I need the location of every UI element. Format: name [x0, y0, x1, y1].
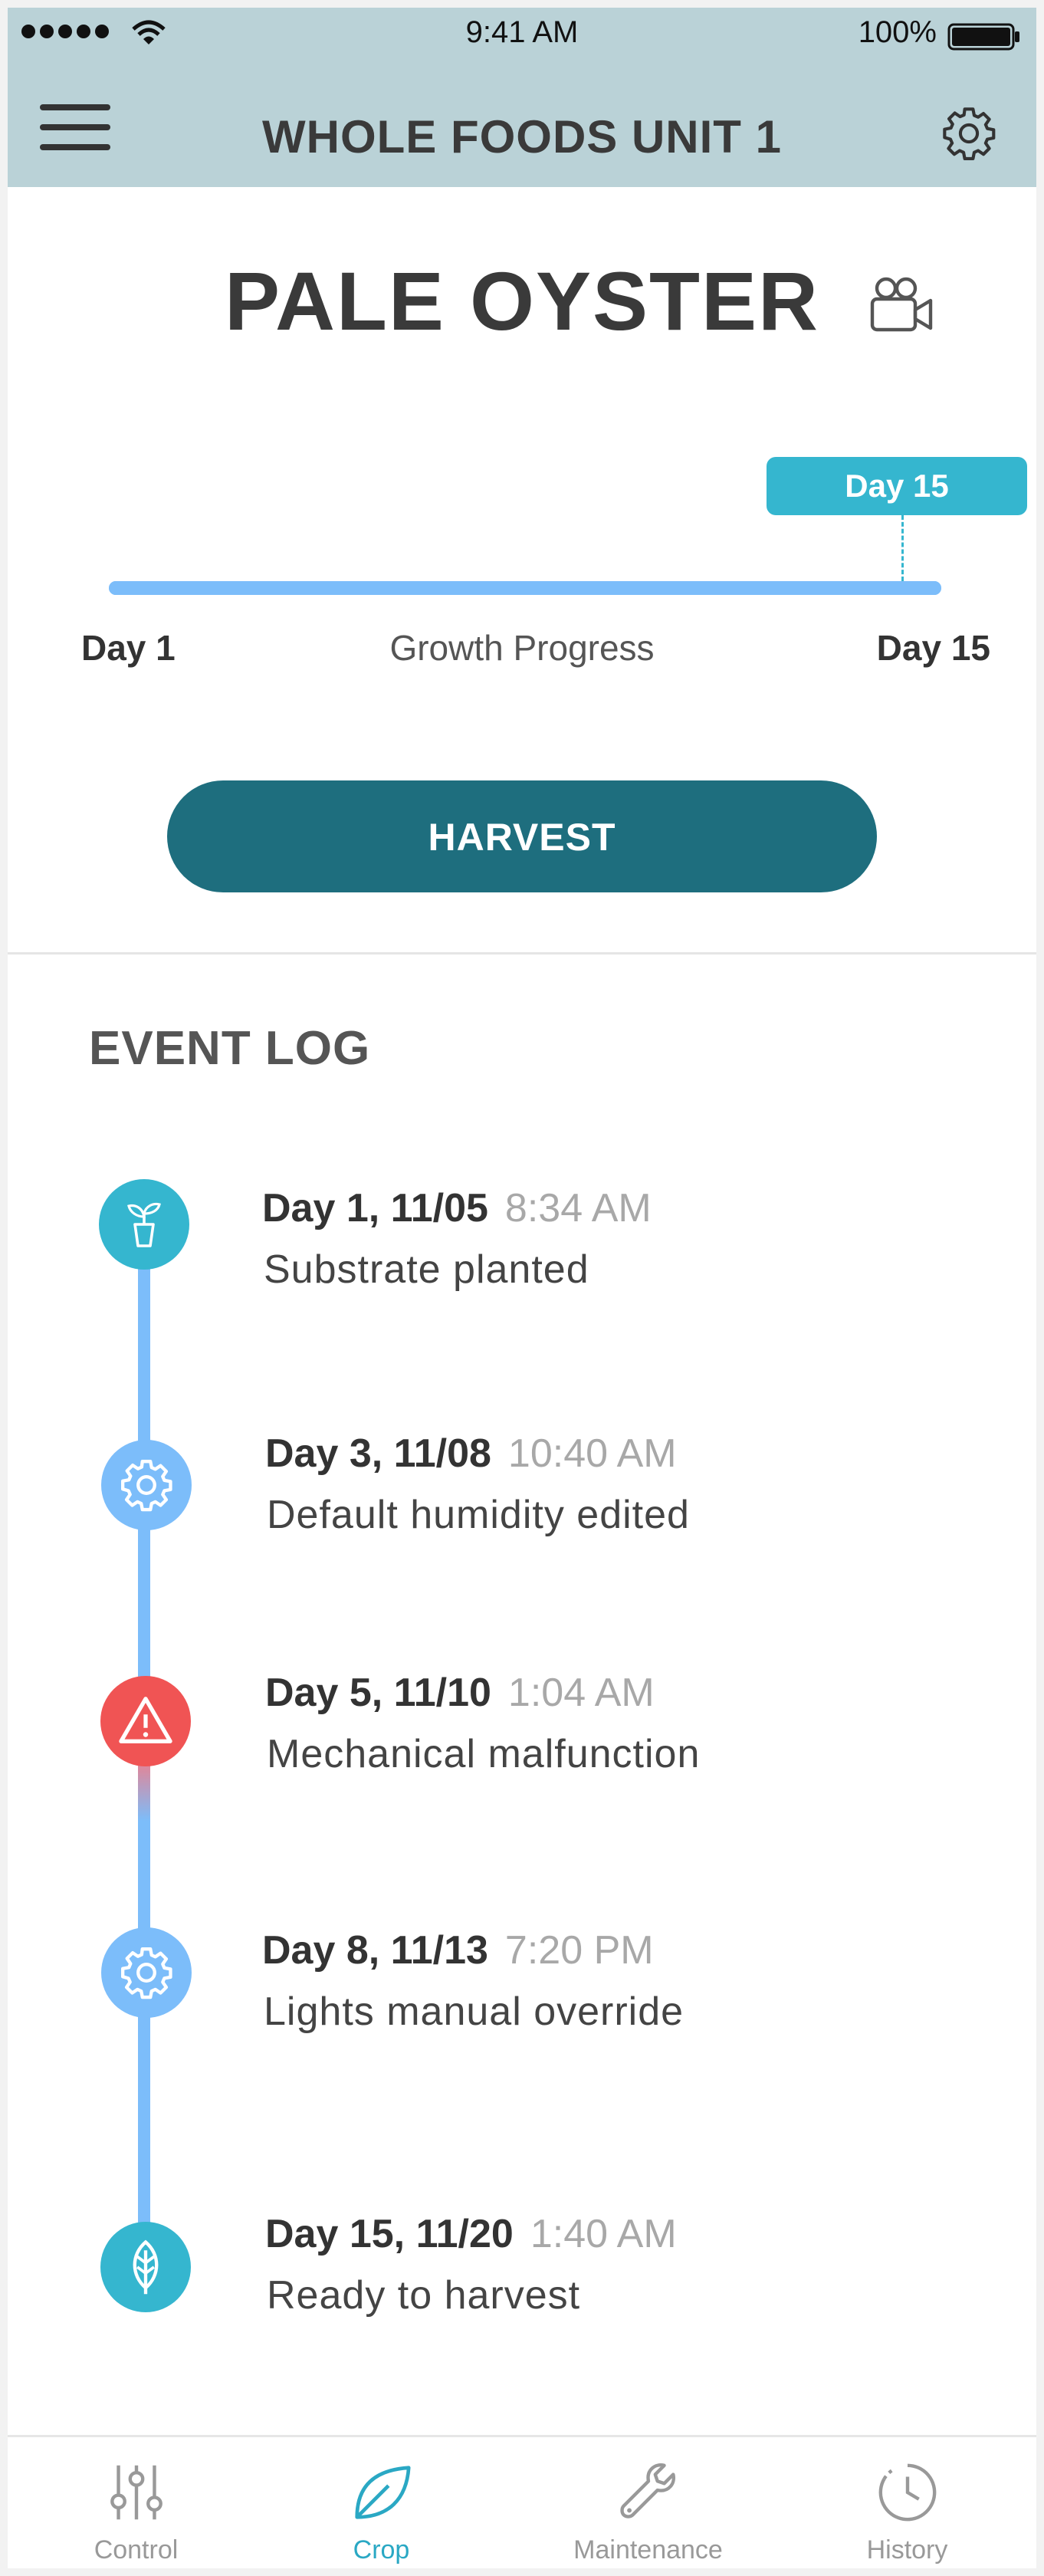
event-header-1: Day 1, 11/05 8:34 AM: [262, 1185, 652, 1231]
tab-label: Control: [94, 2535, 179, 2564]
growth-progress-bar: [109, 581, 941, 595]
event-description: Default humidity edited: [267, 1493, 690, 1537]
settings-button[interactable]: [940, 104, 998, 163]
event-time: 7:20 PM: [504, 1928, 654, 1973]
growth-progress-fill: [109, 581, 941, 595]
event-header-4: Day 8, 11/13 7:20 PM: [262, 1927, 654, 1973]
event-icon-1: [99, 1179, 189, 1270]
event-description: Ready to harvest: [267, 2273, 581, 2318]
gear-icon: [943, 107, 996, 160]
current-day-tag: Day 15: [767, 457, 1027, 515]
harvest-button[interactable]: HARVEST: [167, 780, 877, 892]
unit-title: WHOLE FOODS UNIT 1: [262, 111, 782, 163]
event-time: 10:40 AM: [507, 1431, 677, 1476]
sliders-icon: [110, 2465, 163, 2520]
event-log-title: EVENT LOG: [89, 1022, 371, 1075]
camera-button[interactable]: [863, 268, 937, 342]
tab-bar: Control Crop Maintenance History: [8, 2435, 1036, 2568]
leaf-icon: [354, 2466, 411, 2519]
video-camera-icon: [870, 277, 933, 332]
event-description: Substrate planted: [264, 1247, 589, 1292]
event-header-3: Day 5, 11/10 1:04 AM: [265, 1670, 655, 1716]
event-description: Lights manual override: [264, 1990, 685, 2034]
section-divider: [8, 952, 1036, 955]
nav-bar: WHOLE FOODS UNIT 1: [8, 57, 1036, 187]
battery-percent: 100%: [858, 15, 937, 49]
event-header-2: Day 3, 11/08 10:40 AM: [265, 1431, 677, 1477]
status-bar: 9:41 AM 100%: [8, 8, 1036, 57]
gear-icon: [121, 1460, 172, 1512]
event-description: Mechanical malfunction: [267, 1732, 701, 1776]
wrench-icon: [619, 2463, 675, 2518]
gear-icon: [121, 1947, 172, 1999]
event-time: 1:04 AM: [507, 1671, 655, 1715]
tab-label: History: [866, 2535, 948, 2564]
event-date: Day 8, 11/13: [262, 1928, 488, 1973]
current-day-marker: [901, 515, 904, 581]
event-header-5: Day 15, 11/20 1:40 AM: [265, 2211, 677, 2257]
event-date: Day 5, 11/10: [265, 1671, 491, 1715]
warning-icon: [119, 1697, 172, 1743]
event-time: 8:34 AM: [504, 1186, 652, 1230]
event-icon-3: [100, 1676, 191, 1766]
event-date: Day 3, 11/08: [265, 1431, 491, 1476]
battery-icon: [947, 23, 1019, 51]
plant-pot-icon: [127, 1202, 161, 1247]
event-date: Day 1, 11/05: [262, 1186, 488, 1230]
event-icon-4: [101, 1927, 192, 2018]
event-icon-5: [100, 2222, 191, 2312]
app-screen: 9:41 AM 100% WHOLE FOODS UNIT 1 PALE OYS…: [8, 8, 1036, 2568]
event-time: 1:40 AM: [530, 2212, 677, 2256]
clock-icon: [878, 2463, 936, 2522]
leaf-icon: [133, 2239, 159, 2295]
progress-end-label: Day 15: [876, 628, 990, 668]
tab-history[interactable]: History: [779, 2437, 1036, 2568]
tab-label: Crop: [353, 2535, 410, 2564]
tab-maintenance[interactable]: Maintenance: [520, 2437, 776, 2568]
tab-crop[interactable]: Crop: [253, 2437, 510, 2568]
tab-control[interactable]: Control: [8, 2437, 264, 2568]
event-date: Day 15, 11/20: [265, 2212, 514, 2256]
tab-label: Maintenance: [573, 2535, 723, 2564]
event-icon-2: [101, 1440, 192, 1530]
